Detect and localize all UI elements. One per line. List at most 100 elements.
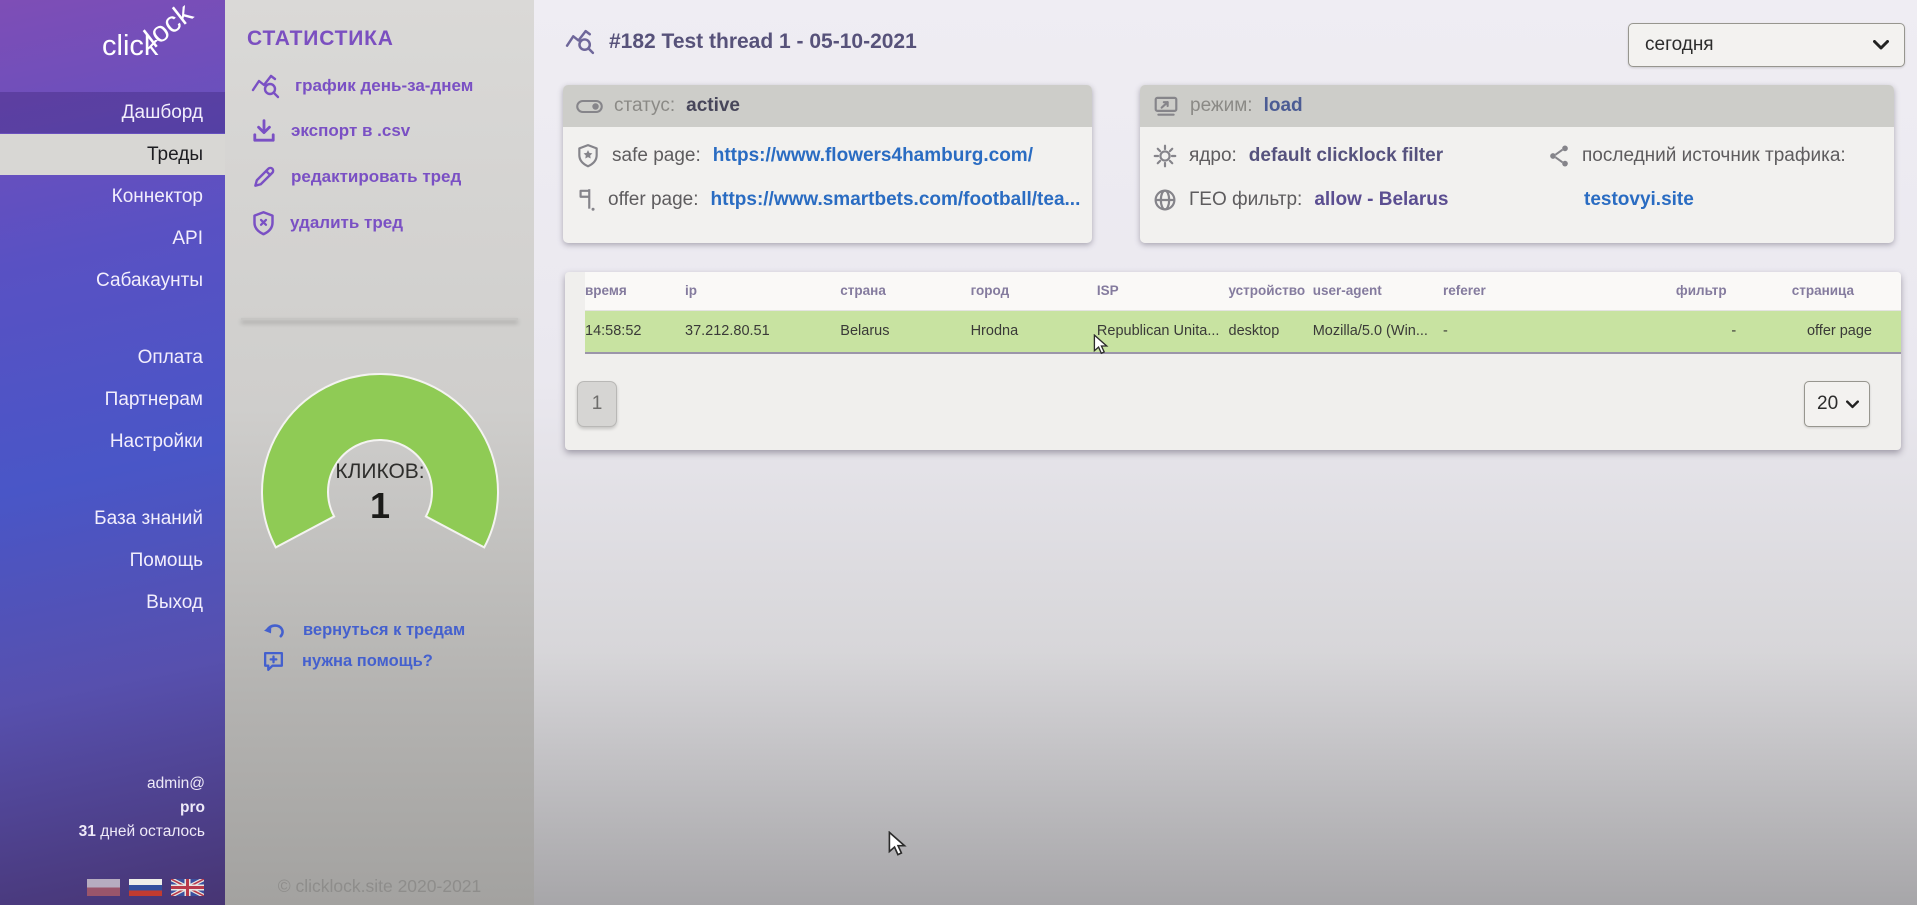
sidebar-item-threads-selected[interactable]: Треды (0, 134, 225, 175)
help-icon (262, 650, 285, 673)
cell-isp: Republican Unita... (1097, 310, 1229, 353)
chevron-down-icon (1846, 400, 1859, 409)
safe-page-link[interactable]: https://www.flowers4hamburg.com/ (713, 145, 1033, 167)
link-label: нужна помощь? (302, 652, 433, 671)
period-select[interactable]: сегодня (1628, 23, 1905, 67)
chevron-down-icon (1873, 40, 1889, 50)
sidebar-item-settings[interactable]: Настройки (0, 421, 225, 462)
core-label: ядро: (1189, 145, 1237, 167)
core-icon (1153, 144, 1177, 168)
mode-panel-header: режим: load (1140, 85, 1894, 127)
mode-icon (1153, 95, 1179, 117)
core-value: default clicklock filter (1249, 145, 1443, 167)
sidebar: clicklock Дашборд Треды Коннектор API Са… (0, 0, 225, 905)
status-panel-body: safe page: https://www.flowers4hamburg.c… (563, 127, 1092, 215)
status-panel-header: статус: active (563, 85, 1092, 127)
cell-referer: - (1443, 310, 1676, 353)
copyright-footer: © clicklock.site 2020-2021 (225, 876, 534, 897)
clicks-table: время ip страна город ISP устройство use… (585, 272, 1901, 354)
russian-flag-icon[interactable] (129, 879, 162, 896)
mode-panel-body: ядро: default clicklock filter ГЕО фильт… (1140, 127, 1894, 229)
status-label: статус: (614, 95, 675, 117)
mode-panel: режим: load ядро (1140, 85, 1894, 243)
account-plan: pro (79, 796, 205, 820)
offer-page-icon (576, 187, 596, 213)
action-edit-thread[interactable]: редактировать тред (251, 160, 461, 194)
traffic-source-row: последний источник трафика: (1548, 141, 1881, 171)
sidebar-item-dashboard[interactable]: Дашборд (0, 92, 225, 133)
col-user-agent: user-agent (1313, 272, 1443, 310)
safe-page-icon (576, 143, 600, 169)
cell-time: 14:58:52 (585, 310, 685, 353)
geo-filter-label: ГЕО фильтр: (1189, 189, 1302, 211)
action-label: редактировать тред (291, 167, 461, 187)
page-size-select[interactable]: 20 (1804, 381, 1870, 427)
chart-search-icon (565, 28, 596, 55)
table-header-row: время ip страна город ISP устройство use… (585, 272, 1901, 310)
sidebar-item-connector[interactable]: Коннектор (0, 176, 225, 217)
sidebar-item-partners[interactable]: Партнерам (0, 379, 225, 420)
clicklock-app: clicklock Дашборд Треды Коннектор API Са… (0, 0, 1917, 905)
sidebar-item-logout[interactable]: Выход (0, 582, 225, 623)
page-size-value: 20 (1817, 393, 1838, 415)
action-delete-thread[interactable]: удалить тред (251, 206, 403, 240)
status-value: active (686, 95, 740, 117)
english-flag-icon[interactable] (171, 879, 204, 896)
sidebar-item-knowledge-base[interactable]: База знаний (0, 498, 225, 539)
edit-thread-icon (251, 164, 277, 190)
traffic-source-link[interactable]: testovyi.site (1584, 189, 1694, 211)
cell-device: desktop (1229, 310, 1313, 353)
account-days-left: 31 дней осталось (79, 820, 205, 844)
core-row: ядро: default clicklock filter (1153, 141, 1548, 171)
geo-filter-row: ГЕО фильтр: allow - Belarus (1153, 185, 1548, 215)
delete-thread-icon (251, 210, 276, 237)
offer-page-link[interactable]: https://www.smartbets.com/football/tea..… (711, 189, 1081, 211)
col-ip: ip (685, 272, 840, 310)
cell-page: offer page (1792, 310, 1901, 353)
col-isp: ISP (1097, 272, 1229, 310)
cell-user-agent: Mozilla/5.0 (Win... (1313, 310, 1443, 353)
account-info: admin@ pro 31 дней осталось (79, 772, 205, 844)
cell-ip: 37.212.80.51 (685, 310, 840, 353)
col-filter: фильтр (1676, 272, 1792, 310)
traffic-source-link-row: testovyi.site (1548, 185, 1881, 215)
sidebar-item-api[interactable]: API (0, 218, 225, 259)
period-select-value: сегодня (1645, 34, 1714, 56)
col-device: устройство (1229, 272, 1313, 310)
mode-label: режим: (1190, 95, 1253, 117)
status-toggle-icon (576, 98, 603, 115)
thread-title-text: #182 Test thread 1 - 05-10-2021 (609, 30, 917, 54)
chart-search-icon (251, 73, 281, 99)
action-export-csv[interactable]: экспорт в .csv (251, 114, 410, 148)
cell-country: Belarus (840, 310, 970, 353)
col-time: время (585, 272, 685, 310)
table-row[interactable]: 14:58:52 37.212.80.51 Belarus Hrodna Rep… (585, 310, 1901, 353)
back-to-threads-link[interactable]: вернуться к тредам (262, 615, 465, 645)
link-label: вернуться к тредам (303, 621, 465, 640)
gauge-label: КЛИКОВ: (255, 460, 505, 484)
offer-page-row: offer page: https://www.smartbets.com/fo… (576, 185, 1079, 215)
divider (241, 318, 518, 320)
safe-page-row: safe page: https://www.flowers4hamburg.c… (576, 141, 1079, 171)
traffic-source-icon (1548, 144, 1570, 168)
clicks-gauge: КЛИКОВ: 1 (255, 372, 505, 562)
col-country: страна (840, 272, 970, 310)
page-1-button[interactable]: 1 (577, 381, 617, 427)
traffic-source-label: последний источник трафика: (1582, 145, 1846, 167)
back-icon (262, 621, 286, 640)
mode-left-column: ядро: default clicklock filter ГЕО фильт… (1153, 141, 1548, 229)
need-help-link[interactable]: нужна помощь? (262, 646, 433, 676)
offer-page-label: offer page: (608, 189, 699, 211)
stats-sidebar: СТАТИСТИКА график день-за-днем экспорт в… (225, 0, 534, 905)
sidebar-item-subaccounts[interactable]: Сабакаунты (0, 260, 225, 301)
sidebar-item-help[interactable]: Помощь (0, 540, 225, 581)
mode-right-column: последний источник трафика: testovyi.sit… (1548, 141, 1881, 229)
polish-flag-icon[interactable] (87, 879, 120, 896)
col-referer: referer (1443, 272, 1676, 310)
cell-city: Hrodna (971, 310, 1097, 353)
geo-icon (1153, 188, 1177, 212)
col-page: страница (1792, 272, 1901, 310)
sidebar-item-payment[interactable]: Оплата (0, 337, 225, 378)
action-day-by-day-chart[interactable]: график день-за-днем (251, 69, 473, 103)
geo-filter-value: allow - Belarus (1314, 189, 1448, 211)
